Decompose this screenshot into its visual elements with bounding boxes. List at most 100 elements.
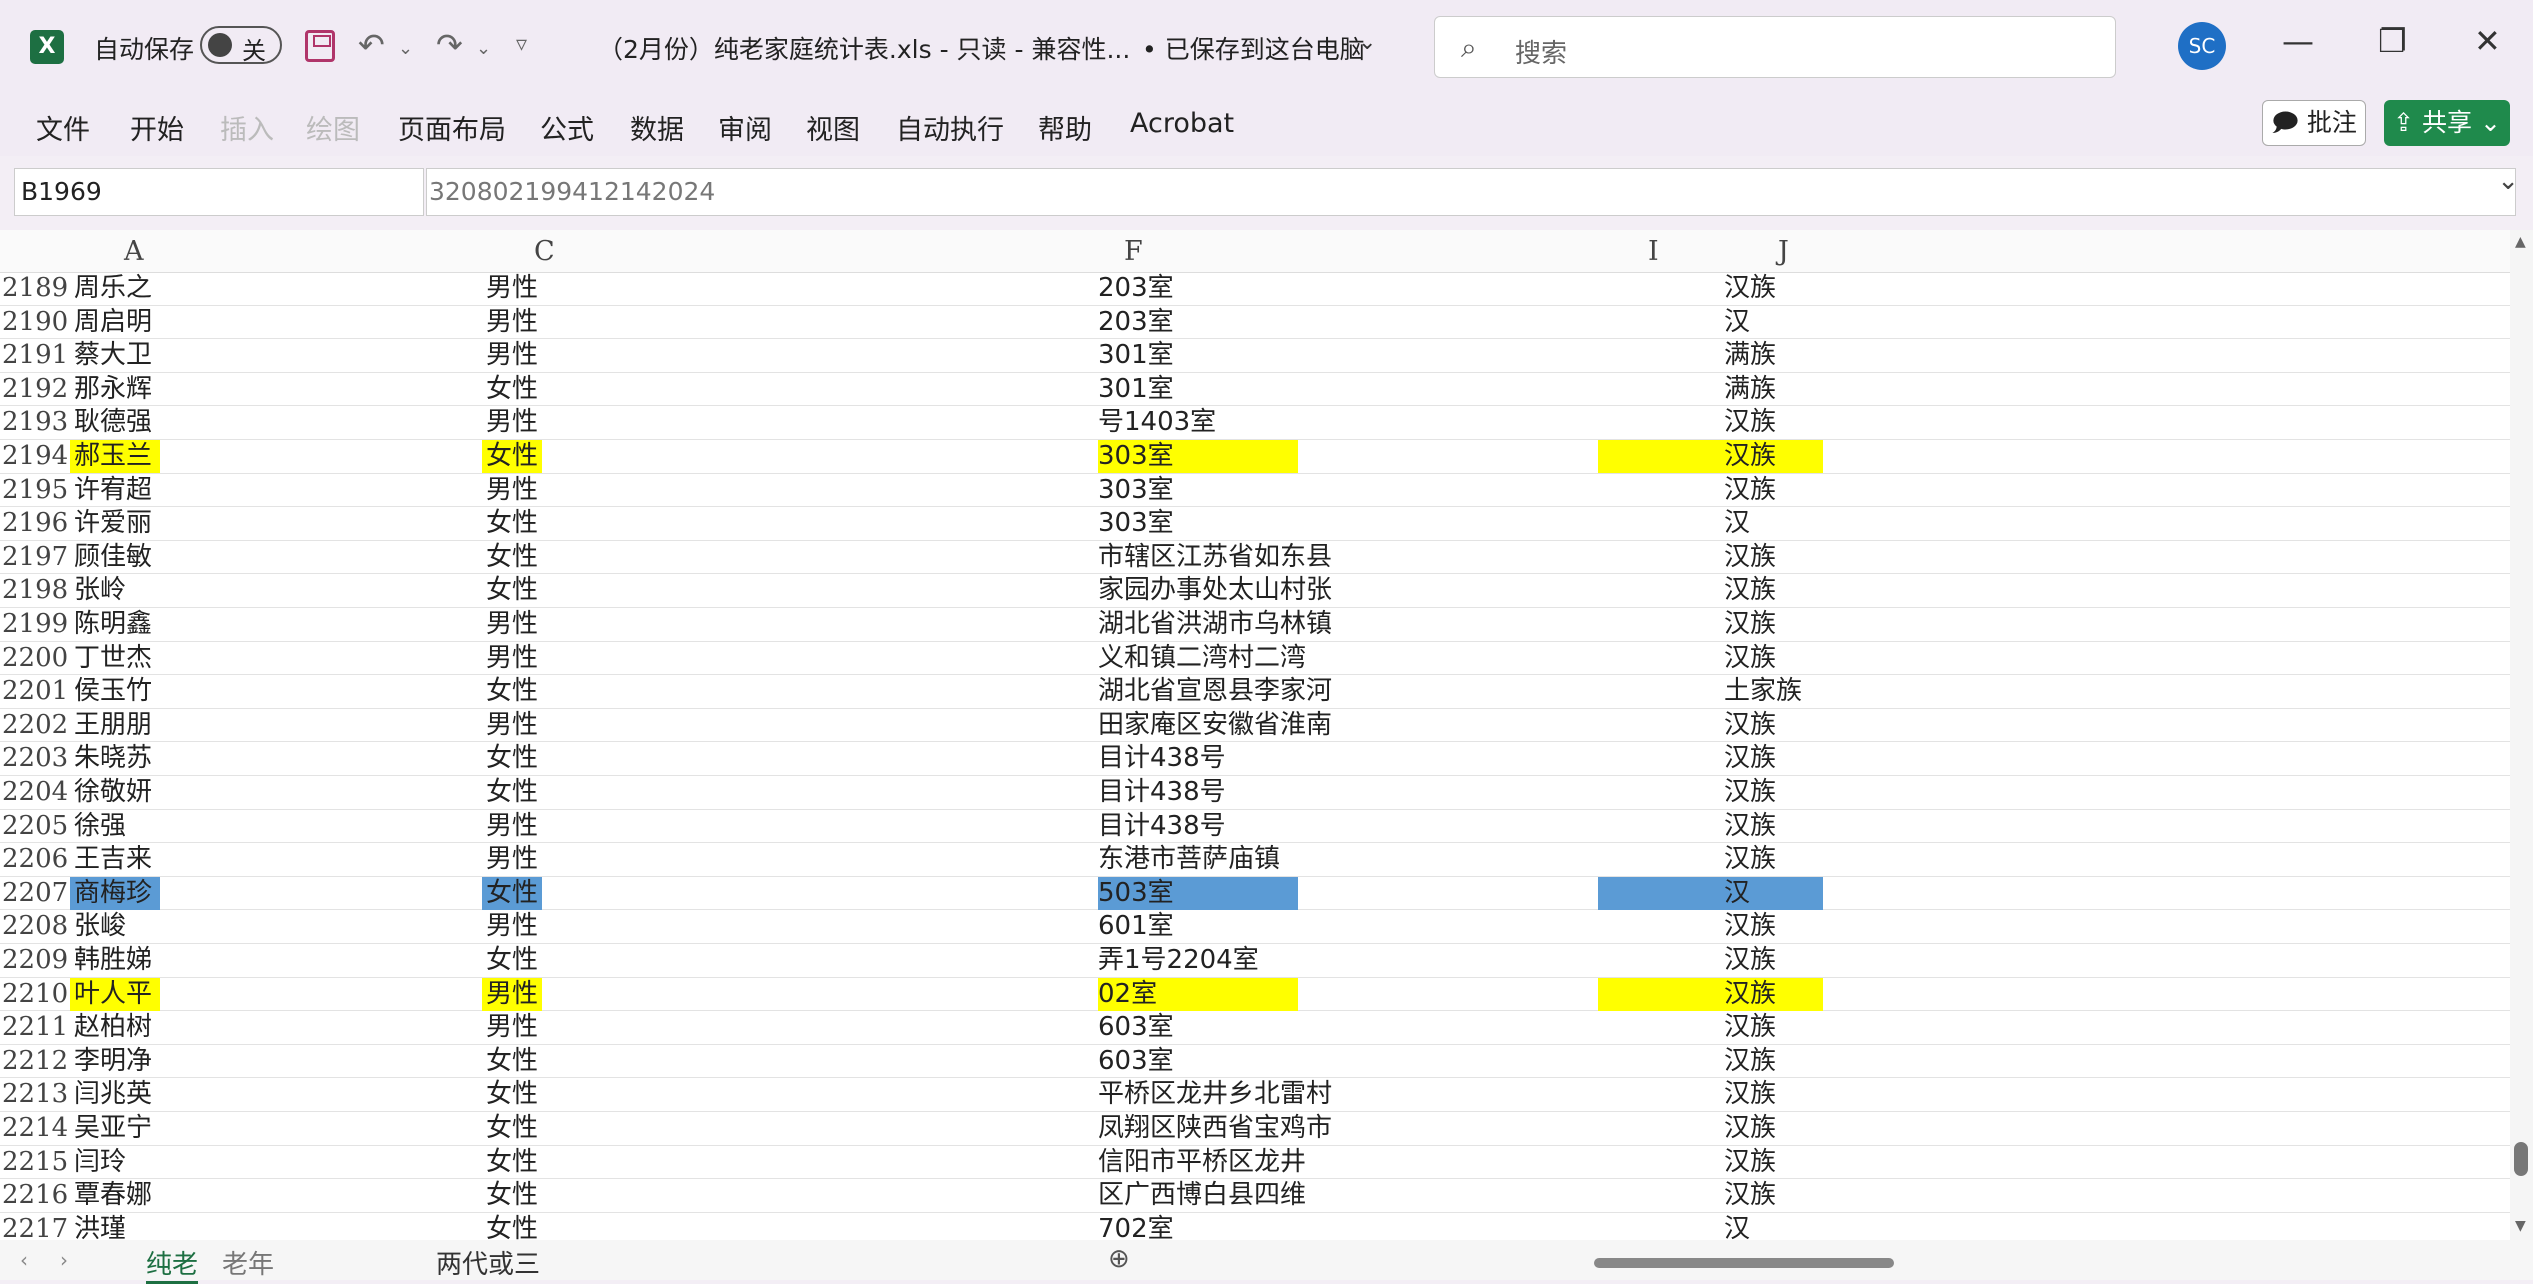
address-cell[interactable]: 目计438号 xyxy=(1098,776,1226,809)
column-header-i[interactable]: I xyxy=(1648,236,1659,267)
address-cell[interactable]: 平桥区龙井乡北雷村 xyxy=(1098,1078,1332,1111)
name-cell[interactable]: 李明净 xyxy=(74,1045,152,1078)
tab-formulas[interactable]: 公式 xyxy=(540,108,594,147)
ethnicity-cell[interactable]: 汉族 xyxy=(1724,978,1776,1011)
name-cell[interactable]: 徐强 xyxy=(74,810,126,843)
address-cell[interactable]: 东港市菩萨庙镇 xyxy=(1098,843,1280,876)
gender-cell[interactable]: 女性 xyxy=(486,1078,538,1111)
name-cell[interactable]: 覃春娜 xyxy=(74,1179,152,1212)
row-number[interactable]: 2212 xyxy=(2,1045,68,1078)
table-row[interactable]: 2208 张峻 男性 601室 汉族 xyxy=(0,910,2510,944)
saved-state-chevron-icon[interactable]: ⌄ xyxy=(1358,30,1376,55)
ethnicity-cell[interactable]: 汉族 xyxy=(1724,843,1776,876)
sheet-tab[interactable]: 两代或三 xyxy=(436,1244,540,1281)
gender-cell[interactable]: 女性 xyxy=(486,1213,538,1240)
row-number[interactable]: 2213 xyxy=(2,1078,68,1111)
undo-icon[interactable]: ↶ xyxy=(358,26,385,64)
row-number[interactable]: 2210 xyxy=(2,978,68,1011)
row-number[interactable]: 2202 xyxy=(2,709,68,742)
table-row[interactable]: 2195 许宥超 男性 303室 汉族 xyxy=(0,474,2510,508)
undo-dropdown-icon[interactable]: ⌄ xyxy=(398,38,413,59)
save-icon[interactable] xyxy=(305,30,335,62)
gender-cell[interactable]: 男性 xyxy=(486,306,538,339)
address-cell[interactable]: 号1403室 xyxy=(1098,406,1216,439)
address-cell[interactable]: 目计438号 xyxy=(1098,742,1226,775)
gender-cell[interactable]: 女性 xyxy=(486,1179,538,1212)
tab-acrobat[interactable]: Acrobat xyxy=(1130,108,1234,139)
table-row[interactable]: 2206 王吉来 男性 东港市菩萨庙镇 汉族 xyxy=(0,843,2510,877)
address-cell[interactable]: 503室 xyxy=(1098,877,1174,910)
gender-cell[interactable]: 女性 xyxy=(486,507,538,540)
address-cell[interactable]: 湖北省宣恩县李家河 xyxy=(1098,675,1332,708)
ethnicity-cell[interactable]: 汉族 xyxy=(1724,406,1776,439)
table-row[interactable]: 2203 朱晓苏 女性 目计438号 汉族 xyxy=(0,742,2510,776)
ethnicity-cell[interactable]: 汉族 xyxy=(1724,1045,1776,1078)
avatar[interactable]: SC xyxy=(2178,22,2226,70)
address-cell[interactable]: 目计438号 xyxy=(1098,810,1226,843)
address-cell[interactable]: 303室 xyxy=(1098,474,1174,507)
name-cell[interactable]: 朱晓苏 xyxy=(74,742,152,775)
ethnicity-cell[interactable]: 汉族 xyxy=(1724,642,1776,675)
tab-page-layout[interactable]: 页面布局 xyxy=(398,108,506,147)
ethnicity-cell[interactable]: 汉族 xyxy=(1724,709,1776,742)
gender-cell[interactable]: 女性 xyxy=(486,373,538,406)
row-number[interactable]: 2195 xyxy=(2,474,68,507)
redo-icon[interactable]: ↷ xyxy=(436,26,463,64)
table-row[interactable]: 2192 那永辉 女性 301室 满族 xyxy=(0,373,2510,407)
gender-cell[interactable]: 男性 xyxy=(486,978,538,1011)
address-cell[interactable]: 603室 xyxy=(1098,1045,1174,1078)
horizontal-scrollbar[interactable] xyxy=(1594,1258,1894,1268)
name-cell[interactable]: 王吉来 xyxy=(74,843,152,876)
ethnicity-cell[interactable]: 汉族 xyxy=(1724,944,1776,977)
name-cell[interactable]: 许宥超 xyxy=(74,474,152,507)
prev-sheet-icon[interactable]: ‹ xyxy=(20,1248,28,1272)
table-row[interactable]: 2209 韩胜娣 女性 弄1号2204室 汉族 xyxy=(0,944,2510,978)
ethnicity-cell[interactable]: 土家族 xyxy=(1724,675,1802,708)
table-row[interactable]: 2211 赵柏树 男性 603室 汉族 xyxy=(0,1011,2510,1045)
address-cell[interactable]: 家园办事处太山村张 xyxy=(1098,574,1332,607)
ethnicity-cell[interactable]: 汉 xyxy=(1724,877,1750,910)
row-number[interactable]: 2197 xyxy=(2,541,68,574)
row-number[interactable]: 2205 xyxy=(2,810,68,843)
add-sheet-icon[interactable]: ⊕ xyxy=(1108,1244,1130,1274)
name-cell[interactable]: 周启明 xyxy=(74,306,152,339)
row-number[interactable]: 2207 xyxy=(2,877,68,910)
formula-input[interactable]: 320802199412142024 xyxy=(426,168,2516,216)
name-cell[interactable]: 蔡大卫 xyxy=(74,339,152,372)
gender-cell[interactable]: 女性 xyxy=(486,541,538,574)
table-row[interactable]: 2198 张岭 女性 家园办事处太山村张 汉族 xyxy=(0,574,2510,608)
name-cell[interactable]: 周乐之 xyxy=(74,272,152,305)
row-number[interactable]: 2206 xyxy=(2,843,68,876)
row-number[interactable]: 2198 xyxy=(2,574,68,607)
row-number[interactable]: 2190 xyxy=(2,306,68,339)
ethnicity-cell[interactable]: 汉 xyxy=(1724,1213,1750,1240)
gender-cell[interactable]: 女性 xyxy=(486,1146,538,1179)
gender-cell[interactable]: 男性 xyxy=(486,272,538,305)
gender-cell[interactable]: 女性 xyxy=(486,742,538,775)
ethnicity-cell[interactable]: 汉族 xyxy=(1724,608,1776,641)
tab-data[interactable]: 数据 xyxy=(630,108,684,147)
scroll-thumb[interactable] xyxy=(2514,1142,2528,1176)
row-number[interactable]: 2209 xyxy=(2,944,68,977)
name-cell[interactable]: 张峻 xyxy=(74,910,126,943)
next-sheet-icon[interactable]: › xyxy=(60,1248,68,1272)
ethnicity-cell[interactable]: 满族 xyxy=(1724,373,1776,406)
redo-dropdown-icon[interactable]: ⌄ xyxy=(476,38,491,59)
name-cell[interactable]: 闫兆英 xyxy=(74,1078,152,1111)
row-number[interactable]: 2204 xyxy=(2,776,68,809)
table-row[interactable]: 2199 陈明鑫 男性 湖北省洪湖市乌林镇 汉族 xyxy=(0,608,2510,642)
name-cell[interactable]: 张岭 xyxy=(74,574,126,607)
name-cell[interactable]: 王朋朋 xyxy=(74,709,152,742)
row-number[interactable]: 2203 xyxy=(2,742,68,775)
expand-formula-chevron-icon[interactable]: ⌄ xyxy=(2497,166,2519,196)
ethnicity-cell[interactable]: 汉族 xyxy=(1724,810,1776,843)
gender-cell[interactable]: 女性 xyxy=(486,1112,538,1145)
tab-review[interactable]: 审阅 xyxy=(718,108,772,147)
name-cell[interactable]: 吴亚宁 xyxy=(74,1112,152,1145)
address-cell[interactable]: 市辖区江苏省如东县 xyxy=(1098,541,1332,574)
row-number[interactable]: 2191 xyxy=(2,339,68,372)
sheet-tab-active[interactable]: 纯老 xyxy=(146,1244,199,1284)
row-number[interactable]: 2193 xyxy=(2,406,68,439)
customize-toolbar-icon[interactable]: ▿ xyxy=(516,32,527,57)
name-cell[interactable]: 闫玲 xyxy=(74,1146,126,1179)
